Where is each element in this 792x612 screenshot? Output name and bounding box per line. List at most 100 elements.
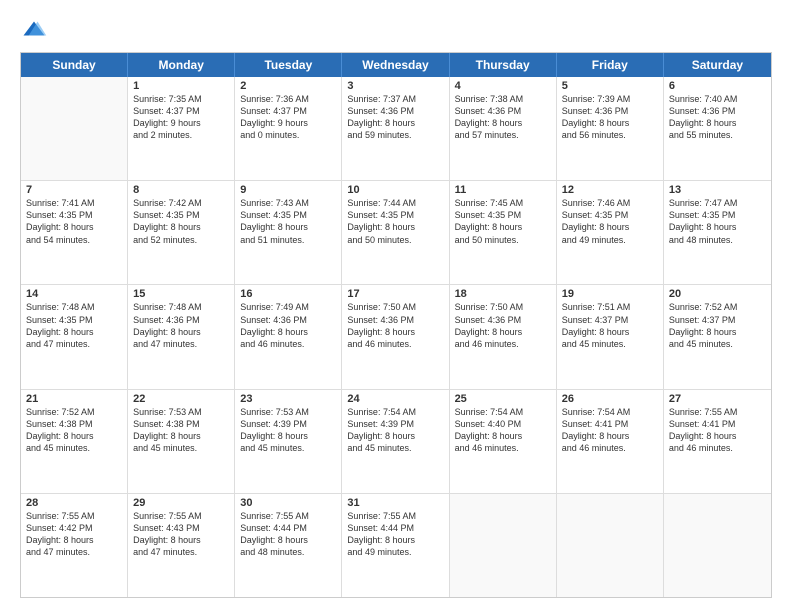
day-number: 22	[133, 393, 229, 405]
empty-cell	[664, 494, 771, 597]
day-number: 1	[133, 80, 229, 92]
day-info: Sunrise: 7:48 AM Sunset: 4:36 PM Dayligh…	[133, 301, 229, 350]
empty-cell	[21, 77, 128, 180]
calendar-row-5: 28Sunrise: 7:55 AM Sunset: 4:42 PM Dayli…	[21, 494, 771, 597]
day-number: 12	[562, 184, 658, 196]
day-info: Sunrise: 7:36 AM Sunset: 4:37 PM Dayligh…	[240, 93, 336, 142]
day-info: Sunrise: 7:55 AM Sunset: 4:43 PM Dayligh…	[133, 510, 229, 559]
header-day-friday: Friday	[557, 53, 664, 77]
day-info: Sunrise: 7:42 AM Sunset: 4:35 PM Dayligh…	[133, 197, 229, 246]
header-day-sunday: Sunday	[21, 53, 128, 77]
day-number: 9	[240, 184, 336, 196]
day-number: 15	[133, 288, 229, 300]
header-day-monday: Monday	[128, 53, 235, 77]
day-cell-9: 9Sunrise: 7:43 AM Sunset: 4:35 PM Daylig…	[235, 181, 342, 284]
day-info: Sunrise: 7:38 AM Sunset: 4:36 PM Dayligh…	[455, 93, 551, 142]
day-cell-18: 18Sunrise: 7:50 AM Sunset: 4:36 PM Dayli…	[450, 285, 557, 388]
day-number: 2	[240, 80, 336, 92]
empty-cell	[557, 494, 664, 597]
day-cell-6: 6Sunrise: 7:40 AM Sunset: 4:36 PM Daylig…	[664, 77, 771, 180]
day-cell-26: 26Sunrise: 7:54 AM Sunset: 4:41 PM Dayli…	[557, 390, 664, 493]
header-day-thursday: Thursday	[450, 53, 557, 77]
day-info: Sunrise: 7:48 AM Sunset: 4:35 PM Dayligh…	[26, 301, 122, 350]
day-info: Sunrise: 7:50 AM Sunset: 4:36 PM Dayligh…	[347, 301, 443, 350]
day-number: 3	[347, 80, 443, 92]
day-cell-24: 24Sunrise: 7:54 AM Sunset: 4:39 PM Dayli…	[342, 390, 449, 493]
day-number: 25	[455, 393, 551, 405]
day-cell-17: 17Sunrise: 7:50 AM Sunset: 4:36 PM Dayli…	[342, 285, 449, 388]
calendar-row-4: 21Sunrise: 7:52 AM Sunset: 4:38 PM Dayli…	[21, 390, 771, 494]
day-cell-16: 16Sunrise: 7:49 AM Sunset: 4:36 PM Dayli…	[235, 285, 342, 388]
day-number: 19	[562, 288, 658, 300]
day-number: 16	[240, 288, 336, 300]
calendar-row-1: 1Sunrise: 7:35 AM Sunset: 4:37 PM Daylig…	[21, 77, 771, 181]
day-number: 29	[133, 497, 229, 509]
day-info: Sunrise: 7:53 AM Sunset: 4:39 PM Dayligh…	[240, 406, 336, 455]
day-cell-13: 13Sunrise: 7:47 AM Sunset: 4:35 PM Dayli…	[664, 181, 771, 284]
day-cell-11: 11Sunrise: 7:45 AM Sunset: 4:35 PM Dayli…	[450, 181, 557, 284]
day-cell-3: 3Sunrise: 7:37 AM Sunset: 4:36 PM Daylig…	[342, 77, 449, 180]
day-number: 13	[669, 184, 766, 196]
day-info: Sunrise: 7:52 AM Sunset: 4:38 PM Dayligh…	[26, 406, 122, 455]
day-info: Sunrise: 7:55 AM Sunset: 4:44 PM Dayligh…	[240, 510, 336, 559]
calendar-header: SundayMondayTuesdayWednesdayThursdayFrid…	[21, 53, 771, 77]
day-cell-29: 29Sunrise: 7:55 AM Sunset: 4:43 PM Dayli…	[128, 494, 235, 597]
day-number: 31	[347, 497, 443, 509]
day-cell-8: 8Sunrise: 7:42 AM Sunset: 4:35 PM Daylig…	[128, 181, 235, 284]
day-number: 21	[26, 393, 122, 405]
day-number: 26	[562, 393, 658, 405]
day-number: 4	[455, 80, 551, 92]
day-cell-2: 2Sunrise: 7:36 AM Sunset: 4:37 PM Daylig…	[235, 77, 342, 180]
day-number: 14	[26, 288, 122, 300]
day-info: Sunrise: 7:55 AM Sunset: 4:44 PM Dayligh…	[347, 510, 443, 559]
day-cell-7: 7Sunrise: 7:41 AM Sunset: 4:35 PM Daylig…	[21, 181, 128, 284]
day-info: Sunrise: 7:44 AM Sunset: 4:35 PM Dayligh…	[347, 197, 443, 246]
day-number: 18	[455, 288, 551, 300]
day-cell-31: 31Sunrise: 7:55 AM Sunset: 4:44 PM Dayli…	[342, 494, 449, 597]
day-cell-30: 30Sunrise: 7:55 AM Sunset: 4:44 PM Dayli…	[235, 494, 342, 597]
day-info: Sunrise: 7:53 AM Sunset: 4:38 PM Dayligh…	[133, 406, 229, 455]
logo	[20, 18, 52, 46]
day-info: Sunrise: 7:39 AM Sunset: 4:36 PM Dayligh…	[562, 93, 658, 142]
day-cell-19: 19Sunrise: 7:51 AM Sunset: 4:37 PM Dayli…	[557, 285, 664, 388]
logo-icon	[20, 18, 48, 46]
day-cell-25: 25Sunrise: 7:54 AM Sunset: 4:40 PM Dayli…	[450, 390, 557, 493]
day-info: Sunrise: 7:54 AM Sunset: 4:40 PM Dayligh…	[455, 406, 551, 455]
day-info: Sunrise: 7:45 AM Sunset: 4:35 PM Dayligh…	[455, 197, 551, 246]
day-cell-27: 27Sunrise: 7:55 AM Sunset: 4:41 PM Dayli…	[664, 390, 771, 493]
day-info: Sunrise: 7:35 AM Sunset: 4:37 PM Dayligh…	[133, 93, 229, 142]
day-cell-21: 21Sunrise: 7:52 AM Sunset: 4:38 PM Dayli…	[21, 390, 128, 493]
day-number: 5	[562, 80, 658, 92]
day-number: 30	[240, 497, 336, 509]
day-cell-28: 28Sunrise: 7:55 AM Sunset: 4:42 PM Dayli…	[21, 494, 128, 597]
day-info: Sunrise: 7:43 AM Sunset: 4:35 PM Dayligh…	[240, 197, 336, 246]
day-cell-10: 10Sunrise: 7:44 AM Sunset: 4:35 PM Dayli…	[342, 181, 449, 284]
day-number: 7	[26, 184, 122, 196]
day-cell-20: 20Sunrise: 7:52 AM Sunset: 4:37 PM Dayli…	[664, 285, 771, 388]
page: SundayMondayTuesdayWednesdayThursdayFrid…	[0, 0, 792, 612]
day-number: 28	[26, 497, 122, 509]
day-cell-15: 15Sunrise: 7:48 AM Sunset: 4:36 PM Dayli…	[128, 285, 235, 388]
day-info: Sunrise: 7:41 AM Sunset: 4:35 PM Dayligh…	[26, 197, 122, 246]
day-number: 20	[669, 288, 766, 300]
header-day-tuesday: Tuesday	[235, 53, 342, 77]
day-number: 24	[347, 393, 443, 405]
calendar-body: 1Sunrise: 7:35 AM Sunset: 4:37 PM Daylig…	[21, 77, 771, 597]
day-info: Sunrise: 7:50 AM Sunset: 4:36 PM Dayligh…	[455, 301, 551, 350]
day-number: 10	[347, 184, 443, 196]
day-number: 17	[347, 288, 443, 300]
day-info: Sunrise: 7:54 AM Sunset: 4:41 PM Dayligh…	[562, 406, 658, 455]
day-info: Sunrise: 7:52 AM Sunset: 4:37 PM Dayligh…	[669, 301, 766, 350]
day-number: 6	[669, 80, 766, 92]
day-info: Sunrise: 7:47 AM Sunset: 4:35 PM Dayligh…	[669, 197, 766, 246]
day-cell-22: 22Sunrise: 7:53 AM Sunset: 4:38 PM Dayli…	[128, 390, 235, 493]
empty-cell	[450, 494, 557, 597]
day-info: Sunrise: 7:55 AM Sunset: 4:42 PM Dayligh…	[26, 510, 122, 559]
header	[20, 18, 772, 46]
day-cell-4: 4Sunrise: 7:38 AM Sunset: 4:36 PM Daylig…	[450, 77, 557, 180]
day-info: Sunrise: 7:55 AM Sunset: 4:41 PM Dayligh…	[669, 406, 766, 455]
calendar-row-3: 14Sunrise: 7:48 AM Sunset: 4:35 PM Dayli…	[21, 285, 771, 389]
day-cell-12: 12Sunrise: 7:46 AM Sunset: 4:35 PM Dayli…	[557, 181, 664, 284]
day-info: Sunrise: 7:54 AM Sunset: 4:39 PM Dayligh…	[347, 406, 443, 455]
header-day-wednesday: Wednesday	[342, 53, 449, 77]
